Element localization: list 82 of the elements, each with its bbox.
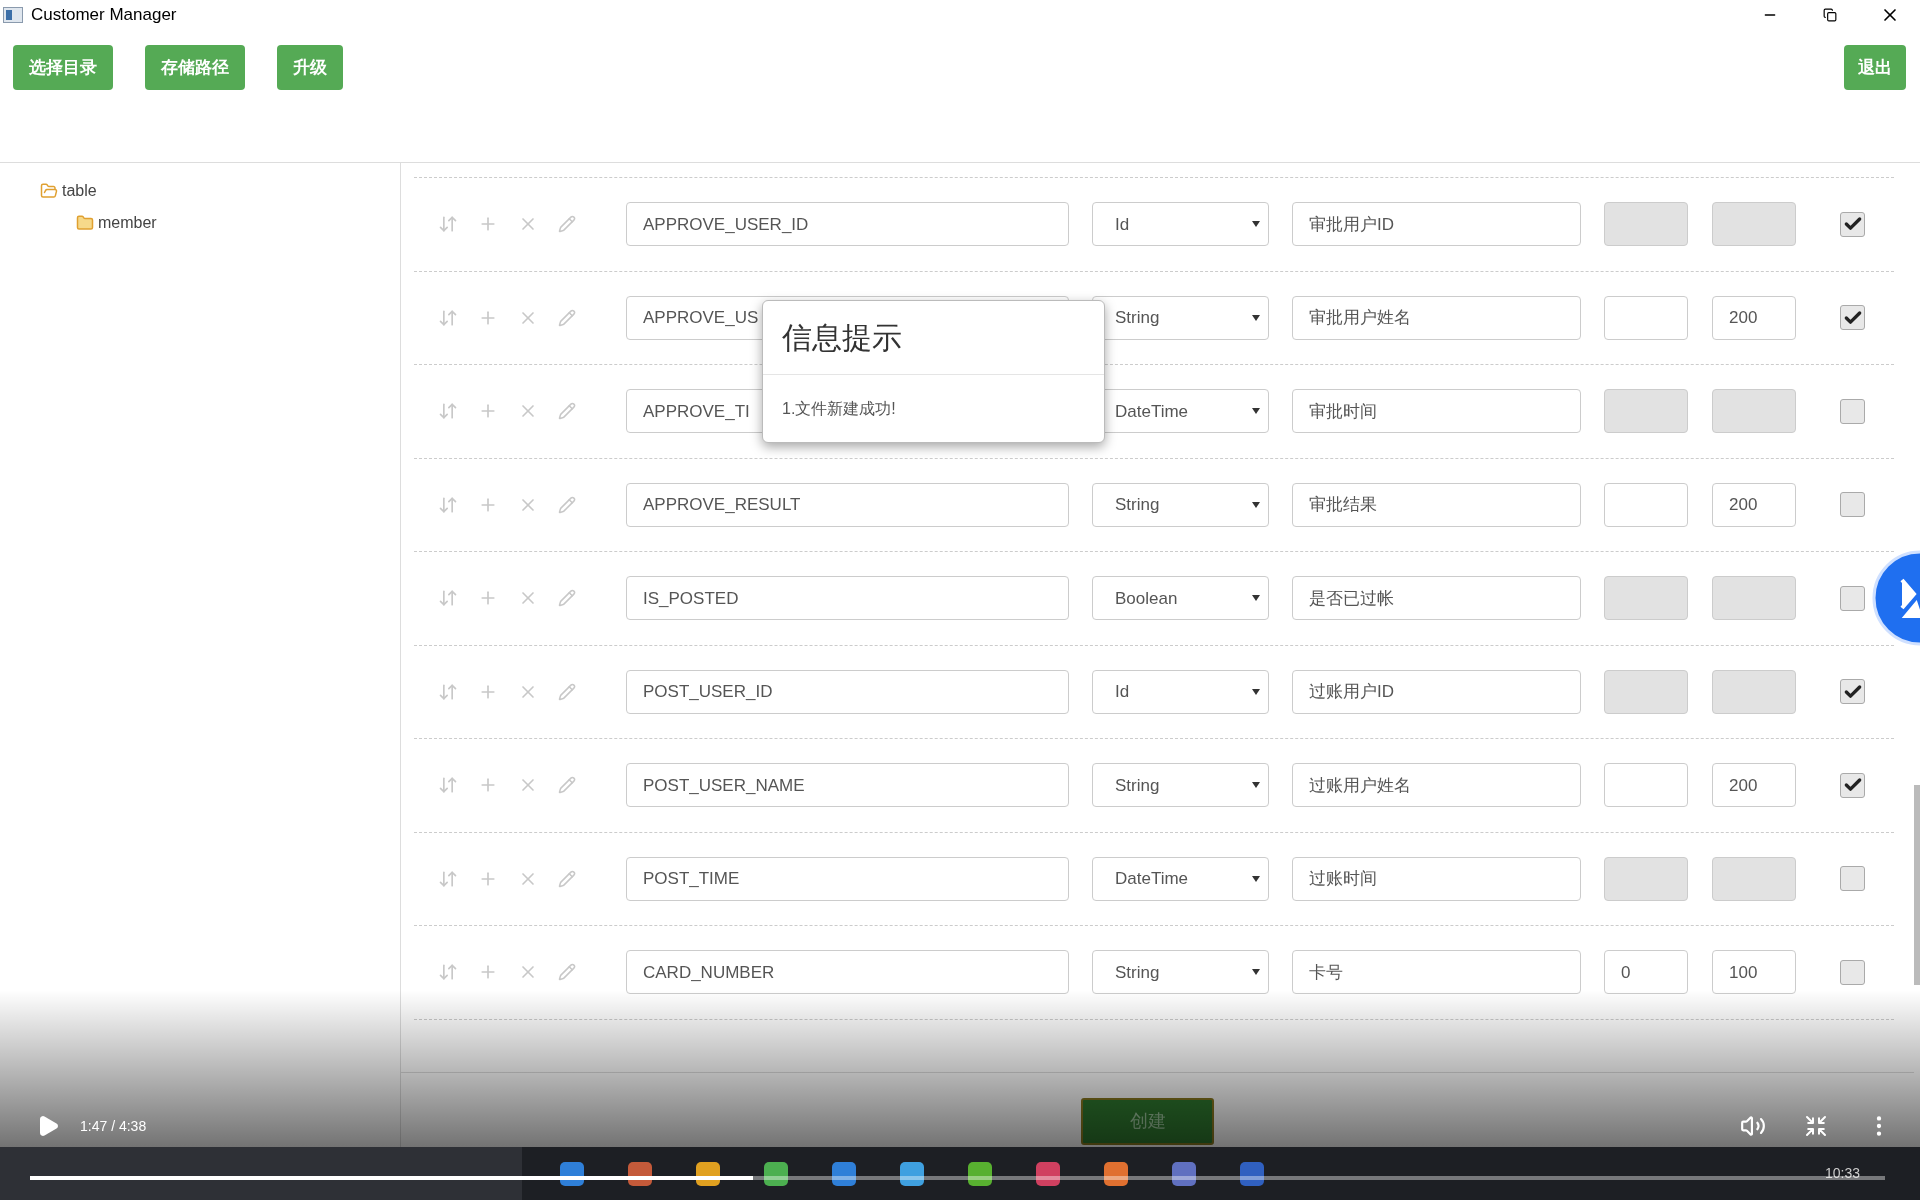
type-select[interactable]: String	[1092, 482, 1269, 527]
description-field[interactable]: 是否已过帐	[1292, 576, 1581, 621]
min-field[interactable]: 0	[1604, 950, 1688, 995]
checkbox[interactable]	[1840, 305, 1865, 331]
caret-icon	[1252, 969, 1260, 976]
taskbar-app-icon[interactable]	[966, 1159, 994, 1188]
edit-icon[interactable]	[558, 589, 576, 608]
checkbox[interactable]	[1840, 866, 1865, 892]
type-select[interactable]: Id	[1092, 202, 1269, 247]
tree-item[interactable]: member	[98, 211, 157, 235]
taskbar-app-icon[interactable]	[1238, 1159, 1266, 1188]
taskbar-app-icon[interactable]	[1034, 1159, 1062, 1188]
checkbox[interactable]	[1840, 772, 1865, 798]
dialog-message: 1.文件新建成功!	[782, 398, 896, 419]
caret-icon	[1252, 408, 1260, 415]
min-field[interactable]	[1604, 763, 1688, 808]
exit-fullscreen-icon[interactable]	[1804, 1114, 1828, 1138]
caret-icon	[1252, 782, 1260, 789]
edit-icon[interactable]	[558, 776, 576, 795]
caret-icon	[1252, 595, 1260, 602]
max-field[interactable]: 200	[1712, 763, 1796, 808]
restore-icon[interactable]	[1823, 8, 1837, 22]
name-field[interactable]: POST_USER_ID	[626, 669, 1069, 714]
description-field[interactable]: 审批用户姓名	[1292, 295, 1581, 340]
checkbox[interactable]	[1840, 492, 1865, 518]
name-field[interactable]: CARD_NUMBER	[626, 950, 1069, 995]
description-field[interactable]: 过账用户姓名	[1292, 763, 1581, 808]
checkbox[interactable]	[1840, 398, 1865, 424]
edit-icon[interactable]	[558, 308, 576, 327]
min-field[interactable]	[1604, 482, 1688, 527]
edit-icon[interactable]	[558, 869, 576, 888]
name-field[interactable]: POST_USER_NAME	[626, 763, 1069, 808]
type-select[interactable]: String	[1092, 950, 1269, 995]
search-box[interactable]	[0, 1147, 522, 1200]
type-select[interactable]: String	[1092, 295, 1269, 340]
type-select[interactable]: Id	[1092, 669, 1269, 714]
type-select[interactable]: DateTime	[1092, 856, 1269, 901]
app-icon	[3, 7, 23, 23]
edit-icon[interactable]	[558, 402, 576, 421]
name-field[interactable]: POST_TIME	[626, 856, 1069, 901]
window-title: Customer Manager	[31, 4, 177, 27]
progress-track[interactable]	[30, 1176, 1885, 1180]
description-field[interactable]: 过账用户ID	[1292, 669, 1581, 714]
name-field[interactable]: APPROVE_USER_ID	[626, 202, 1069, 247]
tree-item[interactable]: table	[62, 179, 97, 203]
checkbox[interactable]	[1840, 211, 1865, 237]
floating-widget-icon[interactable]	[1872, 550, 1920, 646]
edit-icon[interactable]	[558, 963, 576, 982]
clock: 10:33	[1824, 1164, 1860, 1183]
caret-icon	[1252, 688, 1260, 695]
checkbox[interactable]	[1840, 679, 1865, 705]
name-field[interactable]: IS_POSTED	[626, 576, 1069, 621]
edit-icon[interactable]	[558, 495, 576, 514]
description-field[interactable]: 审批结果	[1292, 482, 1581, 527]
description-field[interactable]: 审批时间	[1292, 389, 1581, 434]
description-field[interactable]: 过账时间	[1292, 856, 1581, 901]
video-time: 1:47 / 4:38	[80, 1116, 147, 1136]
taskbar-app-icon[interactable]	[898, 1159, 926, 1188]
taskbar-app-icon[interactable]	[830, 1159, 858, 1188]
description-field[interactable]: 审批用户ID	[1292, 202, 1581, 247]
checkbox[interactable]	[1840, 959, 1865, 985]
caret-icon	[1252, 221, 1260, 228]
caret-icon	[1252, 501, 1260, 508]
volume-icon[interactable]	[1740, 1113, 1766, 1139]
max-field[interactable]: 100	[1712, 950, 1796, 995]
caret-icon	[1252, 314, 1260, 321]
scrollbar-thumb[interactable]	[1914, 785, 1920, 985]
dialog-title: 信息提示	[782, 320, 902, 356]
edit-icon[interactable]	[558, 215, 576, 234]
description-field[interactable]: 卡号	[1292, 950, 1581, 995]
edit-icon[interactable]	[558, 682, 576, 701]
taskbar-app-icon[interactable]	[762, 1159, 790, 1188]
taskbar-app-icon[interactable]	[1102, 1159, 1130, 1188]
min-field[interactable]	[1604, 295, 1688, 340]
checkbox[interactable]	[1840, 585, 1865, 611]
name-field[interactable]: APPROVE_RESULT	[626, 482, 1069, 527]
caret-icon	[1252, 875, 1260, 882]
max-field[interactable]: 200	[1712, 482, 1796, 527]
max-field[interactable]: 200	[1712, 295, 1796, 340]
taskbar-app-icon[interactable]	[1170, 1159, 1198, 1188]
type-select[interactable]: String	[1092, 763, 1269, 808]
type-select[interactable]: Boolean	[1092, 576, 1269, 621]
